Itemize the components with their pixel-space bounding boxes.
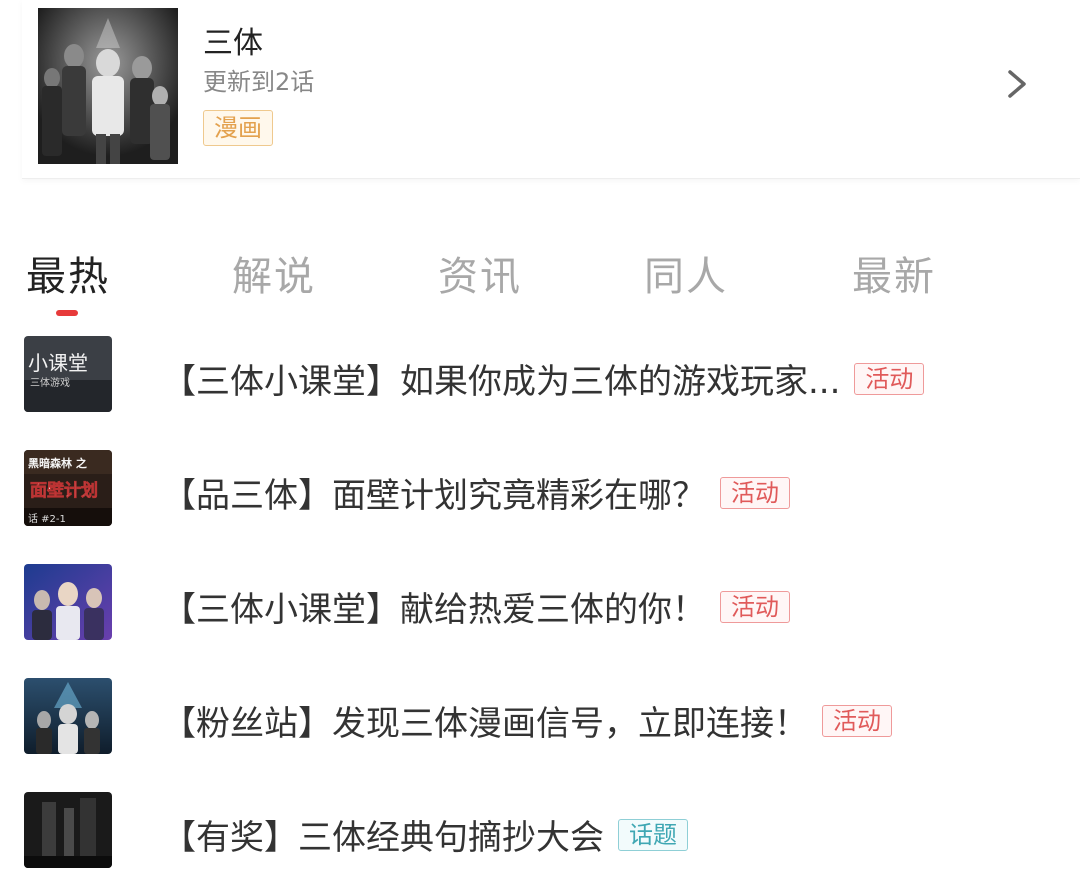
thumb-text: 小课堂: [28, 351, 88, 375]
category-tabs: 最热 解说 资讯 同人 最新: [0, 222, 1080, 322]
thumb-text: 黑暗森林 之: [28, 456, 87, 470]
comic-title: 三体: [203, 26, 263, 61]
topic-badge: 话题: [618, 818, 688, 851]
chevron-right-icon[interactable]: [1002, 66, 1032, 102]
post-title: 【三体小课堂】献给热爱三体的你！: [162, 590, 706, 630]
post-list-item[interactable]: 【粉丝站】发现三体漫画信号，立即连接！ 活动: [0, 674, 1080, 764]
post-title: 【三体小课堂】如果你成为三体的游戏玩家...: [162, 362, 841, 402]
active-tab-indicator: [56, 310, 78, 316]
post-thumbnail: 小课堂 三体游戏: [24, 336, 112, 412]
post-thumbnail: [24, 678, 112, 754]
tab-news[interactable]: 资讯: [438, 244, 522, 302]
post-list-item[interactable]: 黑暗森林 之 面壁计划 话 #2-1 【品三体】面壁计划究竟精彩在哪？ 活动: [0, 446, 1080, 536]
post-title: 【品三体】面壁计划究竟精彩在哪？: [162, 476, 706, 516]
thumb-foot: 话 #2-1: [28, 513, 66, 525]
comic-update-status: 更新到2话: [203, 68, 315, 96]
post-thumbnail: [24, 792, 112, 868]
thumb-subtext: 面壁计划: [30, 480, 98, 501]
thumb-subtext: 三体游戏: [30, 376, 70, 389]
tab-fan-works[interactable]: 同人: [644, 244, 728, 302]
post-list-item[interactable]: 【三体小课堂】献给热爱三体的你！ 活动: [0, 560, 1080, 650]
comic-cover-image: [38, 8, 178, 164]
comic-type-badge: 漫画: [203, 110, 273, 146]
post-title: 【粉丝站】发现三体漫画信号，立即连接！: [162, 704, 808, 744]
comic-card[interactable]: 三体 更新到2话 漫画: [22, 0, 1080, 179]
post-list-item[interactable]: 小课堂 三体游戏 【三体小课堂】如果你成为三体的游戏玩家... 活动: [0, 332, 1080, 422]
tab-hottest[interactable]: 最热: [26, 244, 110, 302]
activity-badge: 活动: [854, 362, 925, 395]
post-title: 【有奖】三体经典句摘抄大会: [162, 818, 604, 858]
activity-badge: 活动: [720, 590, 790, 623]
page: 三体 更新到2话 漫画 最热 解说 资讯 同人 最新 小课堂 三体游戏 【三体小…: [0, 0, 1080, 880]
tab-latest[interactable]: 最新: [852, 244, 936, 302]
activity-badge: 活动: [720, 476, 790, 509]
post-thumbnail: 黑暗森林 之 面壁计划 话 #2-1: [24, 450, 112, 526]
post-thumbnail: [24, 564, 112, 640]
activity-badge: 活动: [822, 704, 892, 737]
post-list-item[interactable]: 【有奖】三体经典句摘抄大会 话题: [0, 788, 1080, 878]
tab-commentary[interactable]: 解说: [232, 244, 316, 302]
